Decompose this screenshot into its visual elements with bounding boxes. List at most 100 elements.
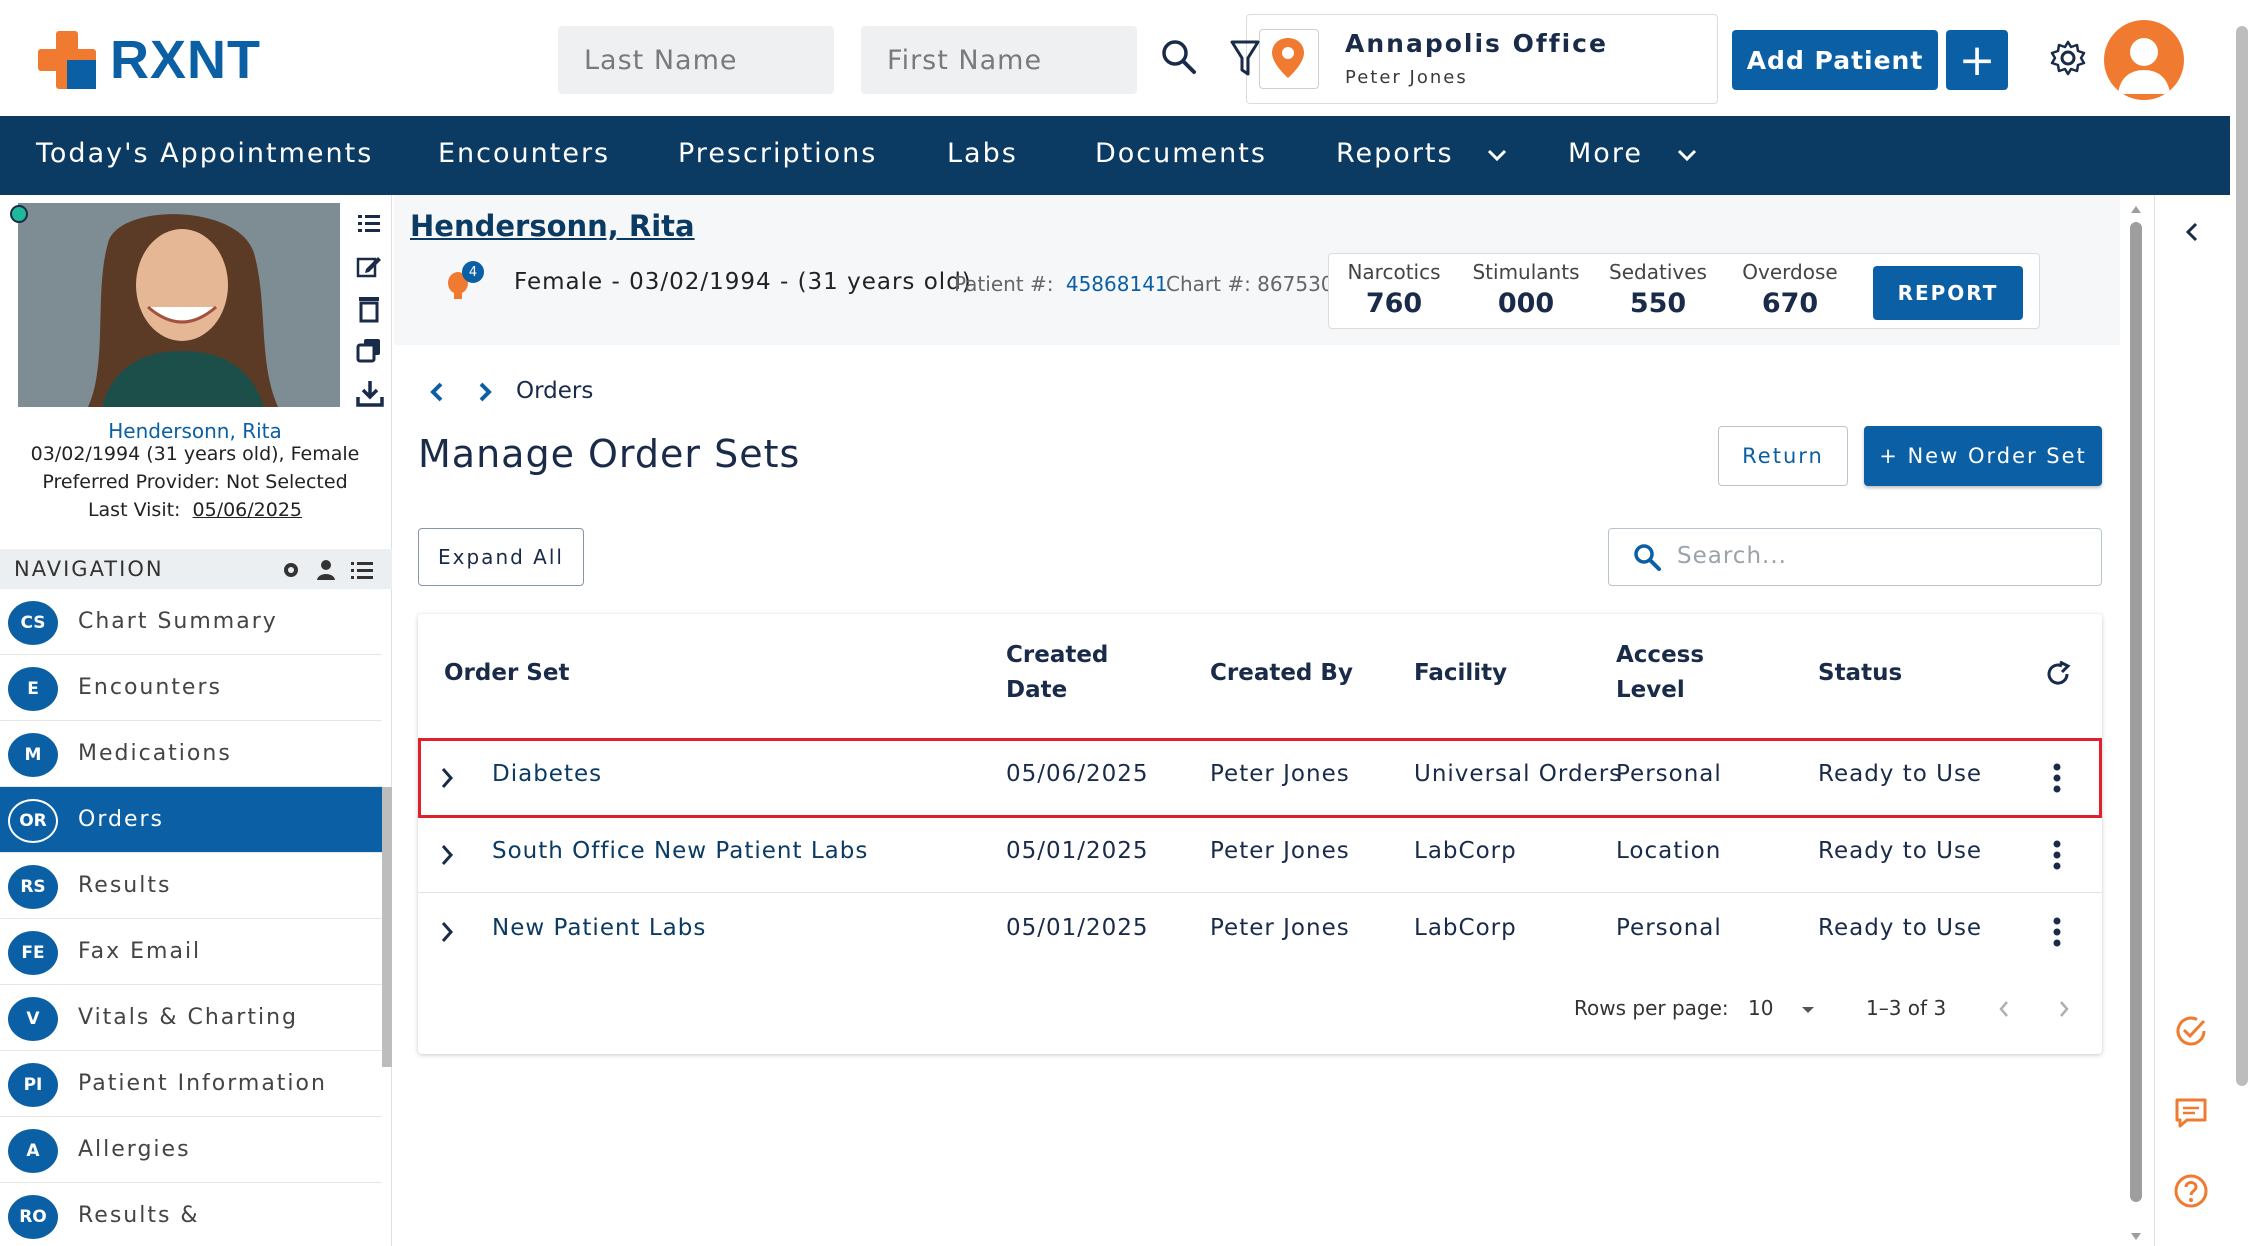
first-name-input[interactable]: First Name <box>861 26 1137 94</box>
task-check-icon[interactable] <box>2173 1013 2209 1053</box>
nav-reports[interactable]: Reports <box>1336 138 1508 169</box>
main-scrollbar[interactable] <box>2130 222 2142 1202</box>
table-row[interactable]: New Patient Labs 05/01/2025 Peter Jones Lab… <box>418 892 2102 968</box>
rxnt-logo[interactable]: RXNT <box>38 28 261 92</box>
last-name-input[interactable]: Last Name <box>558 26 834 94</box>
sidebar-item-medications[interactable]: M Medications <box>0 721 382 787</box>
patient-sidebar: Hendersonn, Rita 03/02/1994 (31 years ol… <box>0 195 392 1246</box>
nav-documents[interactable]: Documents <box>1095 138 1267 169</box>
rows-per-page-select[interactable]: 10 <box>1748 996 1816 1020</box>
sidebar-item-results[interactable]: RS Results <box>0 853 382 919</box>
sidebar-item-orders[interactable]: OR Orders <box>0 787 382 853</box>
copy-icon[interactable] <box>356 337 382 363</box>
breadcrumb-orders[interactable]: Orders <box>516 378 593 404</box>
rows-per-page-value: 10 <box>1748 996 1774 1020</box>
scroll-down-arrow-icon[interactable] <box>2130 1228 2142 1240</box>
add-plus-button[interactable]: + <box>1946 30 2008 90</box>
search-input[interactable]: Search... <box>1608 528 2102 586</box>
row-menu-icon[interactable] <box>2052 763 2062 793</box>
col-created-by[interactable]: Created By <box>1210 656 1353 691</box>
patient-banner: Hendersonn, Rita 4 Female - 03/02/1994 -… <box>394 195 2120 345</box>
col-access-level[interactable]: Access Level <box>1616 638 1704 708</box>
download-icon[interactable] <box>356 379 384 407</box>
table-row[interactable]: South Office New Patient Labs 05/01/2025 P… <box>418 815 2102 891</box>
cell-facility: Universal Orders <box>1414 761 1623 787</box>
user-avatar[interactable] <box>2104 20 2184 100</box>
row-menu-icon[interactable] <box>2052 917 2062 947</box>
sidebar-item-results[interactable]: RO Results & <box>0 1183 382 1246</box>
nav-prescriptions[interactable]: Prescriptions <box>678 138 877 169</box>
sidebar-item-fax-email[interactable]: FE Fax Email <box>0 919 382 985</box>
page-title: Manage Order Sets <box>418 432 801 476</box>
sidebar-item-vitals-charting[interactable]: V Vitals & Charting <box>0 985 382 1051</box>
collapse-panel-icon[interactable] <box>2183 219 2201 249</box>
col-created-date-line1: Created <box>1006 642 1109 668</box>
report-button[interactable]: REPORT <box>1873 266 2023 320</box>
alert-bulb-icon[interactable]: 4 <box>444 261 484 303</box>
col-access-level-line2: Level <box>1616 677 1685 703</box>
pdmp-stimulants: Stimulants 000 <box>1461 260 1591 319</box>
office-selector[interactable]: Annapolis Office Peter Jones <box>1230 14 1718 104</box>
online-status-dot <box>10 205 28 223</box>
cell-order-set[interactable]: Diabetes <box>492 761 602 787</box>
sidebar-item-label: Orders <box>78 807 164 832</box>
cell-facility: LabCorp <box>1414 915 1517 941</box>
patient-photo <box>18 203 340 407</box>
search-icon[interactable] <box>1160 38 1198 76</box>
col-created-date[interactable]: Created Date <box>1006 638 1108 708</box>
sidebar-item-encounters[interactable]: E Encounters <box>0 655 382 721</box>
nav-encounters[interactable]: Encounters <box>438 138 610 169</box>
scroll-up-arrow-icon[interactable] <box>2130 200 2142 213</box>
sidebar-scrollbar[interactable] <box>382 787 392 1067</box>
table-row[interactable]: Diabetes 05/06/2025 Peter Jones Universal O… <box>418 738 2102 814</box>
col-status[interactable]: Status <box>1818 656 1902 691</box>
patient-name-heading[interactable]: Hendersonn, Rita <box>410 209 695 243</box>
cell-status: Ready to Use <box>1818 838 1983 864</box>
sidebar-item-badge: CS <box>8 601 58 645</box>
nav-labs[interactable]: Labs <box>947 138 1018 169</box>
last-visit-date[interactable]: 05/06/2025 <box>193 499 303 521</box>
nav-list-icon[interactable] <box>350 559 374 585</box>
edit-icon[interactable] <box>356 253 382 279</box>
expand-row-chevron-icon[interactable] <box>438 842 456 868</box>
cell-order-set[interactable]: New Patient Labs <box>492 915 706 941</box>
sidebar-item-badge: A <box>8 1129 58 1173</box>
sidebar-item-badge: V <box>8 997 58 1041</box>
patient-number: Patient #: 45868141 <box>954 272 1168 296</box>
row-menu-icon[interactable] <box>2052 840 2062 870</box>
refresh-icon[interactable] <box>2044 660 2072 692</box>
page-scrollbar[interactable] <box>2236 26 2248 1086</box>
chat-icon[interactable] <box>2173 1095 2209 1135</box>
expand-all-button[interactable]: Expand All <box>418 528 584 586</box>
cell-order-set[interactable]: South Office New Patient Labs <box>492 838 868 864</box>
expand-row-chevron-icon[interactable] <box>438 919 456 945</box>
return-button[interactable]: Return <box>1718 426 1848 486</box>
col-access-level-line1: Access <box>1616 642 1705 668</box>
nav-more[interactable]: More <box>1568 138 1698 169</box>
sidebar-item-chart-summary[interactable]: CS Chart Summary <box>0 589 382 655</box>
sidebar-item-patient-information[interactable]: PI Patient Information <box>0 1051 382 1117</box>
back-chevron-icon[interactable] <box>428 380 446 408</box>
gear-icon[interactable] <box>2048 38 2088 78</box>
list-icon[interactable] <box>356 211 382 237</box>
pdmp-label: Overdose <box>1742 260 1838 284</box>
patient-number-value[interactable]: 45868141 <box>1066 272 1168 296</box>
add-patient-button[interactable]: Add Patient <box>1732 30 1938 90</box>
patient-name-link[interactable]: Hendersonn, Rita <box>0 419 390 443</box>
nav-todays-appointments[interactable]: Today's Appointments <box>36 138 373 169</box>
chart-number: Chart #: 8675309 <box>1166 272 1347 296</box>
prev-page-icon[interactable] <box>1996 998 2012 1024</box>
office-name: Annapolis Office <box>1345 29 1608 58</box>
nav-settings-icon[interactable] <box>280 559 302 585</box>
sidebar-item-allergies[interactable]: A Allergies <box>0 1117 382 1183</box>
forward-chevron-icon[interactable] <box>476 380 494 408</box>
help-icon[interactable] <box>2173 1173 2209 1213</box>
nav-person-icon[interactable] <box>316 559 336 585</box>
new-order-set-button[interactable]: + New Order Set <box>1864 426 2102 486</box>
next-page-icon[interactable] <box>2056 998 2072 1024</box>
expand-row-chevron-icon[interactable] <box>438 765 456 791</box>
col-order-set[interactable]: Order Set <box>444 656 569 691</box>
col-facility[interactable]: Facility <box>1414 656 1507 691</box>
trash-icon[interactable] <box>356 295 382 323</box>
top-header: RXNT Last Name First Name Annapolis Offi… <box>0 0 2230 116</box>
